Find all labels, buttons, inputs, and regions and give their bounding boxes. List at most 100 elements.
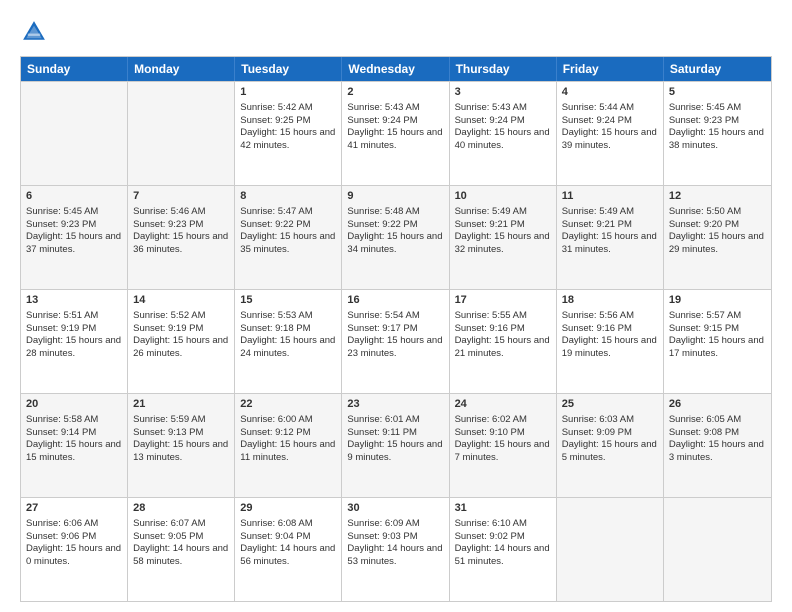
- sunset-text: Sunset: 9:04 PM: [240, 531, 310, 542]
- day-header-thursday: Thursday: [450, 57, 557, 81]
- daylight-text: Daylight: 14 hours and 53 minutes.: [347, 543, 442, 567]
- page: SundayMondayTuesdayWednesdayThursdayFrid…: [0, 0, 792, 612]
- day-number: 23: [347, 397, 443, 412]
- sunrise-text: Sunrise: 6:02 AM: [455, 414, 527, 425]
- sunrise-text: Sunrise: 5:44 AM: [562, 102, 634, 113]
- sunset-text: Sunset: 9:19 PM: [26, 323, 96, 334]
- day-cell-16: 16 Sunrise: 5:54 AM Sunset: 9:17 PMDayligh…: [342, 290, 449, 393]
- day-number: 30: [347, 501, 443, 516]
- sunrise-text: Sunrise: 5:59 AM: [133, 414, 205, 425]
- day-cell-2: 2Sunrise: 5:43 AMSunset: 9:24 PMDaylight…: [342, 82, 449, 185]
- daylight-text: Daylight: 15 hours and 35 minutes.: [240, 231, 335, 255]
- sunrise-text: Sunrise: 5:43 AM: [455, 102, 527, 113]
- day-number: 26: [669, 397, 766, 412]
- day-number: 29: [240, 501, 336, 516]
- day-cell-31: 31Sunrise: 6:10 AMSunset: 9:02 PMDayligh…: [450, 498, 557, 601]
- daylight-text: Daylight: 15 hours and 26 minutes.: [133, 335, 228, 359]
- day-number: 31: [455, 501, 551, 516]
- day-cell-19: 19Sunrise: 5:57 AMSunset: 9:15 PMDayligh…: [664, 290, 771, 393]
- sunrise-text: Sunrise: 5:48 AM: [347, 206, 419, 217]
- day-cell-29: 29Sunrise: 6:08 AMSunset: 9:04 PMDayligh…: [235, 498, 342, 601]
- sunrise-text: Sunrise: 5:53 AM: [240, 310, 312, 321]
- day-number: 19: [669, 293, 766, 308]
- daylight-text: Daylight: 15 hours and 32 minutes.: [455, 231, 550, 255]
- daylight-text: Daylight: 15 hours and 38 minutes.: [669, 127, 764, 151]
- day-cell-11: 11Sunrise: 5:49 AMSunset: 9:21 PMDayligh…: [557, 186, 664, 289]
- sunset-text: Sunset: 9:05 PM: [133, 531, 203, 542]
- sunset-text: Sunset: 9:08 PM: [669, 427, 739, 438]
- day-cell-6: 6Sunrise: 5:45 AMSunset: 9:23 PMDaylight…: [21, 186, 128, 289]
- sunrise-text: Sunrise: 5:57 AM: [669, 310, 741, 321]
- daylight-text: Daylight: 15 hours and 23 minutes.: [347, 335, 442, 359]
- sunrise-text: Sunrise: 5:45 AM: [669, 102, 741, 113]
- daylight-text: Daylight: 15 hours and 28 minutes.: [26, 335, 121, 359]
- empty-cell: [664, 498, 771, 601]
- day-number: 18: [562, 293, 658, 308]
- sunrise-text: Sunrise: 5:49 AM: [455, 206, 527, 217]
- day-header-sunday: Sunday: [21, 57, 128, 81]
- day-cell-1: 1Sunrise: 5:42 AMSunset: 9:25 PMDaylight…: [235, 82, 342, 185]
- sunset-text: Sunset: 9:15 PM: [669, 323, 739, 334]
- day-cell-4: 4Sunrise: 5:44 AMSunset: 9:24 PMDaylight…: [557, 82, 664, 185]
- sunrise-text: Sunrise: 6:09 AM: [347, 518, 419, 529]
- sunrise-text: Sunrise: 6:01 AM: [347, 414, 419, 425]
- sunset-text: Sunset: 9:17 PM: [347, 323, 417, 334]
- day-cell-21: 21Sunrise: 5:59 AMSunset: 9:13 PMDayligh…: [128, 394, 235, 497]
- daylight-text: Daylight: 15 hours and 40 minutes.: [455, 127, 550, 151]
- sunset-text: Sunset: 9:24 PM: [347, 115, 417, 126]
- day-number: 28: [133, 501, 229, 516]
- day-number: 13: [26, 293, 122, 308]
- sunset-text: Sunset: 9:13 PM: [133, 427, 203, 438]
- sunrise-text: Sunrise: 5:55 AM: [455, 310, 527, 321]
- logo: [20, 18, 52, 46]
- daylight-text: Daylight: 15 hours and 39 minutes.: [562, 127, 657, 151]
- day-number: 22: [240, 397, 336, 412]
- day-cell-12: 12Sunrise: 5:50 AMSunset: 9:20 PMDayligh…: [664, 186, 771, 289]
- sunset-text: Sunset: 9:11 PM: [347, 427, 417, 438]
- day-cell-26: 26Sunrise: 6:05 AMSunset: 9:08 PMDayligh…: [664, 394, 771, 497]
- sunset-text: Sunset: 9:23 PM: [26, 219, 96, 230]
- daylight-text: Daylight: 14 hours and 58 minutes.: [133, 543, 228, 567]
- calendar: SundayMondayTuesdayWednesdayThursdayFrid…: [20, 56, 772, 602]
- daylight-text: Daylight: 15 hours and 9 minutes.: [347, 439, 442, 463]
- day-cell-15: 15Sunrise: 5:53 AMSunset: 9:18 PMDayligh…: [235, 290, 342, 393]
- day-cell-22: 22Sunrise: 6:00 AMSunset: 9:12 PMDayligh…: [235, 394, 342, 497]
- calendar-week-3: 13Sunrise: 5:51 AMSunset: 9:19 PMDayligh…: [21, 289, 771, 393]
- daylight-text: Daylight: 15 hours and 7 minutes.: [455, 439, 550, 463]
- sunset-text: Sunset: 9:19 PM: [133, 323, 203, 334]
- sunset-text: Sunset: 9:25 PM: [240, 115, 310, 126]
- sunset-text: Sunset: 9:24 PM: [562, 115, 632, 126]
- sunrise-text: Sunrise: 5:47 AM: [240, 206, 312, 217]
- day-cell-8: 8Sunrise: 5:47 AMSunset: 9:22 PMDaylight…: [235, 186, 342, 289]
- logo-icon: [20, 18, 48, 46]
- day-cell-25: 25Sunrise: 6:03 AMSunset: 9:09 PMDayligh…: [557, 394, 664, 497]
- sunset-text: Sunset: 9:20 PM: [669, 219, 739, 230]
- calendar-week-4: 20Sunrise: 5:58 AMSunset: 9:14 PMDayligh…: [21, 393, 771, 497]
- empty-cell: [128, 82, 235, 185]
- sunset-text: Sunset: 9:21 PM: [562, 219, 632, 230]
- daylight-text: Daylight: 15 hours and 21 minutes.: [455, 335, 550, 359]
- day-number: 15: [240, 293, 336, 308]
- day-header-wednesday: Wednesday: [342, 57, 449, 81]
- day-number: 6: [26, 189, 122, 204]
- calendar-week-1: 1Sunrise: 5:42 AMSunset: 9:25 PMDaylight…: [21, 81, 771, 185]
- day-number: 20: [26, 397, 122, 412]
- sunrise-text: Sunrise: 5:54 AM: [347, 310, 419, 321]
- sunset-text: Sunset: 9:06 PM: [26, 531, 96, 542]
- daylight-text: Daylight: 15 hours and 36 minutes.: [133, 231, 228, 255]
- day-number: 16: [347, 293, 443, 308]
- sunset-text: Sunset: 9:16 PM: [455, 323, 525, 334]
- sunrise-text: Sunrise: 6:00 AM: [240, 414, 312, 425]
- sunrise-text: Sunrise: 6:03 AM: [562, 414, 634, 425]
- daylight-text: Daylight: 15 hours and 15 minutes.: [26, 439, 121, 463]
- sunrise-text: Sunrise: 5:58 AM: [26, 414, 98, 425]
- day-header-monday: Monday: [128, 57, 235, 81]
- daylight-text: Daylight: 14 hours and 51 minutes.: [455, 543, 550, 567]
- day-cell-23: 23 Sunrise: 6:01 AM Sunset: 9:11 PMDayligh…: [342, 394, 449, 497]
- sunrise-text: Sunrise: 5:50 AM: [669, 206, 741, 217]
- sunrise-text: Sunrise: 6:07 AM: [133, 518, 205, 529]
- day-cell-18: 18Sunrise: 5:56 AMSunset: 9:16 PMDayligh…: [557, 290, 664, 393]
- day-cell-27: 27Sunrise: 6:06 AMSunset: 9:06 PMDayligh…: [21, 498, 128, 601]
- sunset-text: Sunset: 9:24 PM: [455, 115, 525, 126]
- day-cell-30: 30Sunrise: 6:09 AMSunset: 9:03 PMDayligh…: [342, 498, 449, 601]
